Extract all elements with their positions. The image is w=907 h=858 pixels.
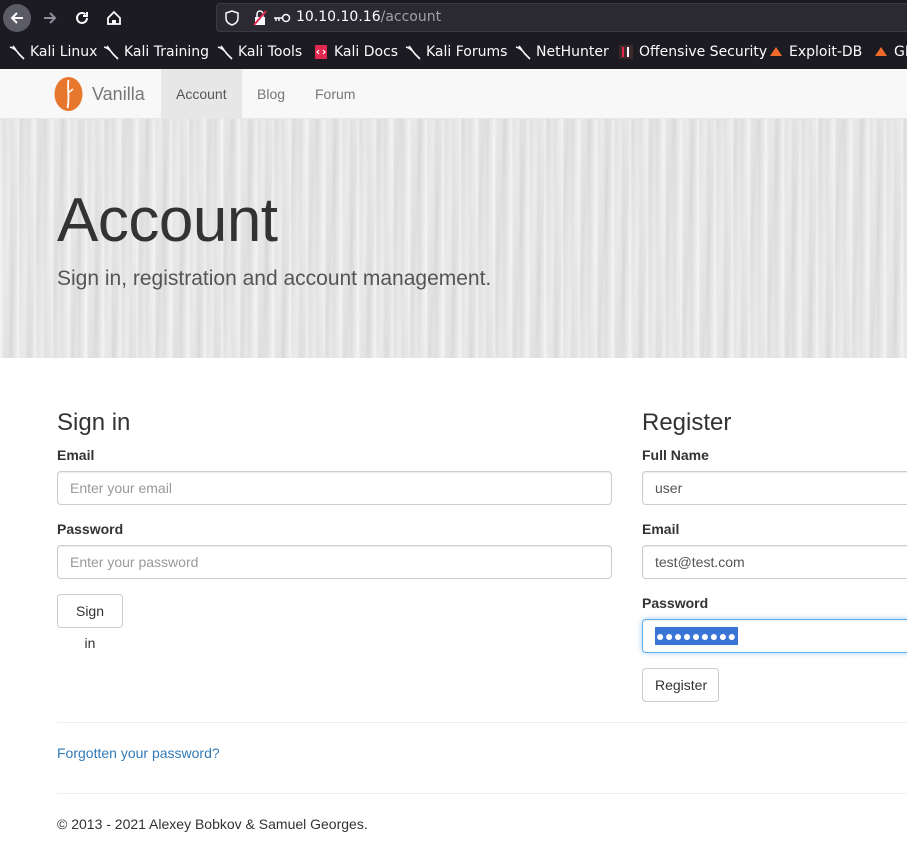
kali-dragon-icon (217, 45, 233, 60)
brand-link[interactable]: Vanilla (53, 75, 145, 113)
home-button[interactable] (100, 4, 128, 32)
signin-email-label: Email (57, 447, 95, 463)
footer-divider (57, 793, 907, 794)
reload-icon (76, 11, 88, 24)
kali-dragon-icon (405, 45, 421, 60)
register-email-label: Email (642, 521, 680, 537)
bookmark-kali-linux[interactable]: Kali Linux (9, 44, 97, 60)
page-title: Account (57, 186, 278, 255)
exploitdb-icon (770, 47, 782, 56)
signin-button[interactable]: Sign in (57, 594, 123, 651)
nav-blog[interactable]: Blog (242, 69, 300, 119)
signin-email-input[interactable]: Enter your email (57, 471, 612, 505)
nav-forum[interactable]: Forum (300, 69, 370, 119)
register-heading: Register (642, 409, 732, 436)
site-navbar: Vanilla Account Blog Forum (0, 69, 907, 119)
bookmark-gh[interactable]: GH (873, 44, 907, 60)
hero-banner: Account Sign in, registration and accoun… (0, 119, 907, 358)
nav-account[interactable]: Account (161, 69, 242, 119)
footer-copyright: © 2013 - 2021 Alexey Bobkov & Samuel Geo… (57, 816, 368, 832)
bookmark-kali-docs[interactable]: Kali Docs (313, 44, 398, 60)
register-fullname-label: Full Name (642, 447, 709, 463)
browser-chrome: 10.10.10.16/account Kali Linux Kali Trai… (0, 0, 907, 69)
register-password-input[interactable]: ●●●●●●●●● (642, 619, 907, 653)
signin-heading: Sign in (57, 409, 131, 436)
arrow-right-icon (44, 12, 57, 24)
register-email-input[interactable]: test@test.com (642, 545, 907, 579)
url-text[interactable]: 10.10.10.16/account (296, 9, 441, 25)
bookmark-kali-forums[interactable]: Kali Forums (405, 44, 507, 60)
offsec-icon (619, 45, 633, 59)
forgot-password-link[interactable]: Forgotten your password? (57, 745, 220, 761)
kali-docs-icon (315, 45, 327, 59)
bookmarks-toolbar: Kali Linux Kali Training Kali Tools Kali… (0, 36, 907, 69)
arrow-left-icon (10, 12, 23, 24)
back-button[interactable] (3, 4, 31, 32)
signin-password-label: Password (57, 521, 124, 537)
bookmark-kali-training[interactable]: Kali Training (103, 44, 209, 60)
register-fullname-input[interactable]: user (642, 471, 907, 505)
insecure-lock-icon[interactable] (253, 10, 267, 26)
bookmark-kali-tools[interactable]: Kali Tools (217, 44, 302, 60)
register-password-label: Password (642, 595, 709, 611)
leaf-logo-icon (54, 77, 83, 111)
bookmark-offensive-security[interactable]: Offensive Security (618, 44, 767, 60)
signin-password-input[interactable]: Enter your password (57, 545, 612, 579)
exploitdb-icon (875, 47, 887, 56)
password-selection: ●●●●●●●●● (655, 627, 738, 645)
register-button[interactable]: Register (642, 668, 719, 702)
kali-dragon-icon (103, 45, 119, 60)
key-icon[interactable] (273, 12, 291, 24)
reload-button[interactable] (68, 4, 96, 32)
kali-dragon-icon (515, 45, 531, 60)
address-bar[interactable]: 10.10.10.16/account (216, 3, 907, 32)
bookmark-exploit-db[interactable]: Exploit-DB (768, 44, 862, 60)
forward-button[interactable] (36, 4, 64, 32)
browser-toolbar: 10.10.10.16/account (0, 0, 907, 36)
divider (57, 722, 907, 723)
kali-dragon-icon (9, 45, 25, 60)
bookmark-nethunter[interactable]: NetHunter (515, 44, 609, 60)
shield-icon[interactable] (225, 10, 239, 26)
home-icon (107, 10, 121, 25)
page-subtitle: Sign in, registration and account manage… (57, 267, 492, 290)
brand-name: Vanilla (92, 83, 145, 104)
